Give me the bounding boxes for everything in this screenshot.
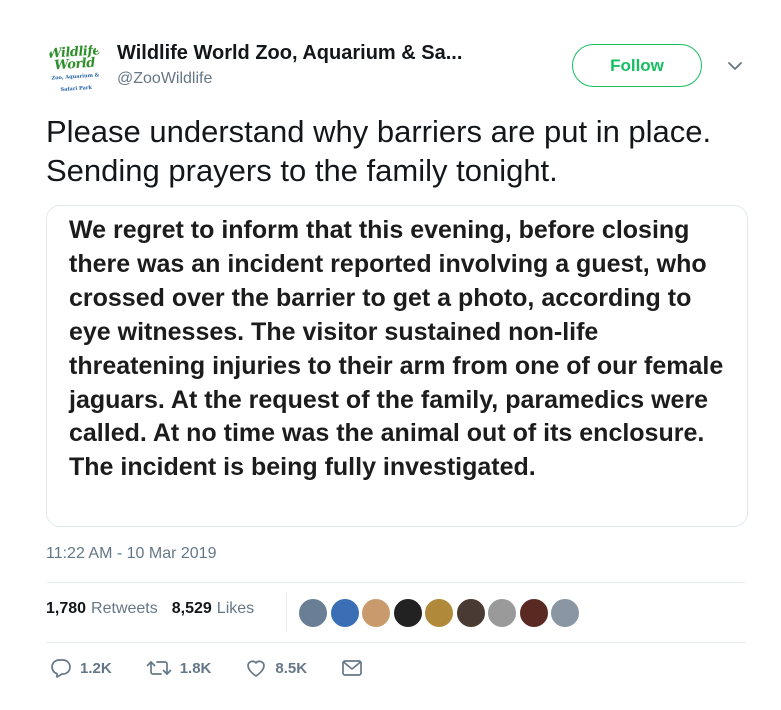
- chevron-down-icon[interactable]: [724, 58, 746, 74]
- logo: Wildlife World Zoo, Aquarium & Safari Pa…: [46, 43, 101, 94]
- divider: [46, 582, 746, 583]
- divider: [46, 642, 746, 643]
- like-button[interactable]: 8.5K: [245, 658, 307, 678]
- liker-avatar[interactable]: [392, 598, 423, 628]
- liker-avatar[interactable]: [361, 598, 391, 628]
- liker-avatar[interactable]: [550, 598, 580, 628]
- direct-message-button[interactable]: [341, 659, 363, 677]
- tweet-stats: 1,780 Retweets 8,529 Likes: [46, 600, 262, 618]
- reply-button[interactable]: 1.2K: [50, 658, 112, 678]
- retweet-icon: [146, 658, 172, 678]
- liker-avatar[interactable]: [487, 598, 517, 628]
- tweet-text: Please understand why barriers are put i…: [46, 114, 712, 188]
- likes-label: Likes: [216, 600, 255, 617]
- retweets-label: Retweets: [91, 600, 158, 617]
- liker-avatar[interactable]: [424, 598, 454, 628]
- account-avatar[interactable]: Wildlife World Zoo, Aquarium & Safari Pa…: [44, 40, 106, 102]
- tweet-image[interactable]: We regret to inform that this evening, b…: [46, 205, 748, 527]
- likes-stat[interactable]: 8,529 Likes: [172, 600, 254, 618]
- tweet-card: Wildlife World Zoo, Aquarium & Safari Pa…: [0, 0, 781, 710]
- heart-icon: [245, 658, 267, 678]
- retweet-count: 1.8K: [179, 659, 212, 677]
- account-name[interactable]: Wildlife World Zoo, Aquarium & Sa...: [117, 42, 462, 65]
- retweet-button[interactable]: 1.8K: [146, 658, 212, 678]
- account-handle[interactable]: @ZooWildlife: [117, 70, 212, 88]
- likes-count: 8,529: [171, 600, 212, 617]
- tweet-actions: 1.2K 1.8K 8.5K: [50, 658, 397, 678]
- stats-separator: [286, 592, 287, 632]
- retweets-stat[interactable]: 1,780 Retweets: [46, 600, 158, 618]
- liker-avatar[interactable]: [455, 598, 486, 628]
- liker-avatars: [298, 598, 582, 628]
- image-statement-text: We regret to inform that this evening, b…: [69, 216, 724, 482]
- follow-button[interactable]: Follow: [572, 44, 702, 87]
- liker-avatar[interactable]: [329, 598, 360, 628]
- liker-avatar[interactable]: [298, 598, 328, 628]
- tweet-timestamp[interactable]: 11:22 AM - 10 Mar 2019: [46, 545, 216, 563]
- retweets-count: 1,780: [46, 600, 87, 617]
- reply-count: 1.2K: [80, 659, 112, 677]
- like-count: 8.5K: [275, 659, 308, 677]
- reply-icon: [50, 658, 72, 678]
- message-icon: [341, 659, 363, 677]
- liker-avatar[interactable]: [518, 598, 549, 628]
